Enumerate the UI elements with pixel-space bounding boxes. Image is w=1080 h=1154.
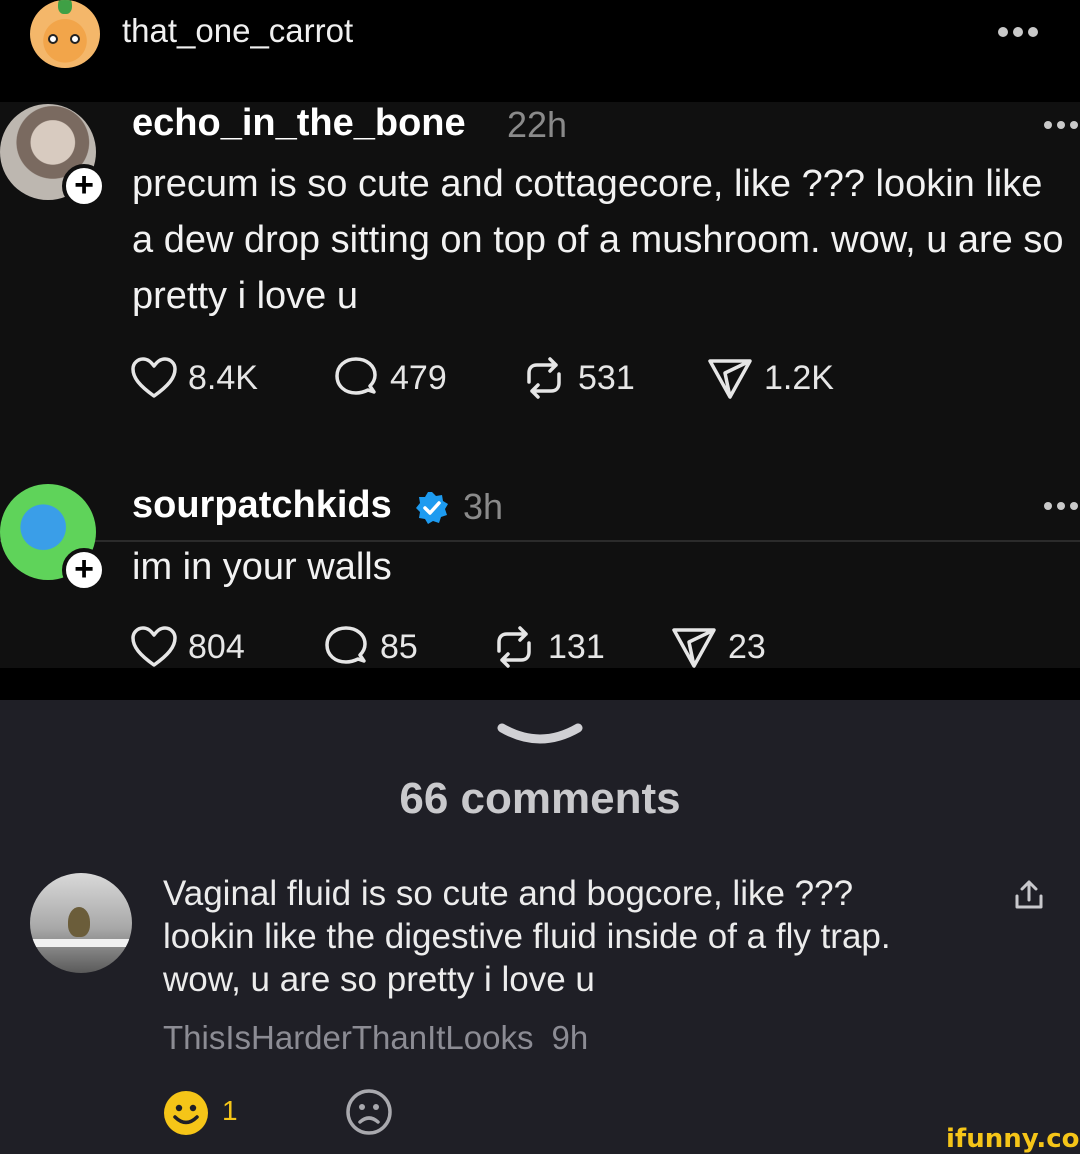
post-username[interactable]: sourpatchkids bbox=[132, 484, 392, 527]
comment-bubble-icon bbox=[335, 357, 377, 395]
smile-icon[interactable] bbox=[163, 1090, 209, 1136]
comment-time: 9h bbox=[551, 1019, 589, 1056]
post-text: im in your walls bbox=[132, 546, 392, 588]
send-icon bbox=[672, 628, 716, 668]
carrot-avatar[interactable] bbox=[30, 0, 100, 68]
post-time: 22h bbox=[507, 104, 568, 145]
chevron-down-icon[interactable] bbox=[496, 720, 584, 748]
carrot-leaf bbox=[58, 0, 72, 14]
more-dots-icon[interactable] bbox=[998, 27, 1038, 37]
post-more-icon[interactable] bbox=[1044, 121, 1078, 129]
follow-plus-icon[interactable]: + bbox=[62, 164, 106, 208]
avatar-bird bbox=[68, 907, 90, 937]
post-text: precum is so cute and cottagecore, like … bbox=[132, 163, 1064, 317]
avatar-windowsill bbox=[30, 939, 132, 947]
post-username[interactable]: echo_in_the_bone bbox=[132, 102, 466, 145]
repost-button[interactable]: 131 bbox=[490, 625, 605, 669]
share-upload-icon[interactable] bbox=[1012, 878, 1046, 912]
commenter-avatar[interactable] bbox=[30, 873, 132, 973]
reply-count: 479 bbox=[390, 358, 447, 397]
like-button[interactable]: 804 bbox=[130, 625, 245, 669]
comments-count-title: 66 comments bbox=[399, 774, 681, 823]
post-time: 3h bbox=[463, 486, 504, 527]
comment-text: Vaginal fluid is so cute and bogcore, li… bbox=[163, 874, 891, 999]
share-count: 1.2K bbox=[764, 358, 834, 397]
like-count: 8.4K bbox=[188, 358, 258, 397]
avatar-eye-left bbox=[48, 34, 58, 44]
verified-badge-icon bbox=[416, 492, 448, 524]
image-bottom-edge bbox=[0, 668, 1080, 700]
repost-count: 131 bbox=[548, 627, 605, 666]
repost-button[interactable]: 531 bbox=[520, 356, 635, 400]
send-icon bbox=[708, 359, 752, 399]
post-more-icon[interactable] bbox=[1044, 502, 1078, 510]
ifunny-watermark-logo: ifunny.co bbox=[946, 1124, 1080, 1154]
top-username[interactable]: that_one_carrot bbox=[122, 12, 353, 50]
heart-icon bbox=[131, 357, 177, 398]
follow-plus-icon[interactable]: + bbox=[62, 548, 106, 592]
comment-bubble-icon bbox=[325, 626, 367, 664]
reply-count: 85 bbox=[380, 627, 418, 666]
repost-icon bbox=[497, 626, 531, 668]
comment-meta: ThisIsHarderThanItLooks 9h bbox=[163, 1019, 588, 1057]
like-button[interactable]: 8.4K bbox=[130, 356, 258, 400]
reply-button[interactable]: 85 bbox=[322, 625, 418, 669]
avatar-eye-right bbox=[70, 34, 80, 44]
unsmile-icon[interactable] bbox=[345, 1088, 393, 1136]
thread-panel: + echo_in_the_bone 22h precum is so cute… bbox=[0, 102, 1080, 668]
smile-count: 1 bbox=[222, 1095, 238, 1126]
share-button[interactable]: 1.2K bbox=[706, 356, 834, 400]
repost-count: 531 bbox=[578, 358, 635, 397]
reply-button[interactable]: 479 bbox=[332, 356, 447, 400]
share-button[interactable]: 23 bbox=[670, 625, 766, 669]
share-count: 23 bbox=[728, 627, 766, 666]
heart-icon bbox=[131, 626, 177, 667]
top-bar: that_one_carrot bbox=[0, 0, 1080, 102]
comment-author[interactable]: ThisIsHarderThanItLooks bbox=[163, 1019, 534, 1056]
like-count: 804 bbox=[188, 627, 245, 666]
repost-icon bbox=[527, 357, 561, 399]
